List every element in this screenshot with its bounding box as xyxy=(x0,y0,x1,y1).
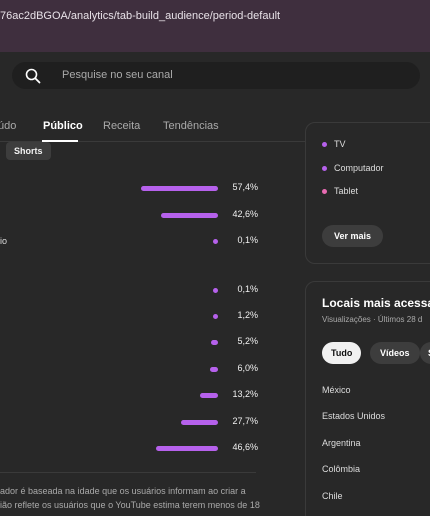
locations-subtitle: Visualizações · Últimos 28 d xyxy=(322,315,423,324)
percentage-bar xyxy=(161,213,218,218)
percentage-row: 42,6% xyxy=(0,209,290,223)
see-more-button[interactable]: Ver mais xyxy=(322,225,384,247)
legend-tv: TV xyxy=(322,139,346,149)
note-line-2: ião reflete os usuários que o YouTube es… xyxy=(0,500,260,510)
location-row: Argentina xyxy=(322,438,361,448)
tab-receita[interactable]: Receita xyxy=(103,120,140,132)
location-row: Colômbia xyxy=(322,464,361,474)
audience-panel: Shorts 57,4% 42,6% io 0,1% 0,1% 1,2% 5,2% 6,0% 1… xyxy=(0,142,290,516)
dot-icon xyxy=(322,142,327,148)
percentage-row: 46,6% xyxy=(0,442,290,456)
locations-title: Locais mais acessad xyxy=(322,296,430,310)
percentage-bar xyxy=(213,314,218,319)
location-row: Estados Unidos xyxy=(322,411,386,421)
percentage-row: 0,1% xyxy=(0,284,290,298)
percentage-value: 1,2% xyxy=(237,310,258,320)
percentage-bar xyxy=(213,239,218,244)
percentage-bar xyxy=(141,186,218,191)
percentage-row: io 0,1% xyxy=(0,235,290,249)
percentage-value: 27,7% xyxy=(232,416,258,426)
percentage-row: 27,7% xyxy=(0,416,290,430)
browser-url-bar[interactable]: 76ac2dBGOA/analytics/tab-build_audience/… xyxy=(0,0,430,52)
percentage-value: 0,1% xyxy=(237,235,258,245)
filter-shorts[interactable]: S xyxy=(420,342,430,364)
search-placeholder: Pesquise no seu canal xyxy=(62,69,173,81)
location-row: México xyxy=(322,385,351,395)
search-input[interactable]: Pesquise no seu canal xyxy=(12,62,420,89)
tab-tendencias[interactable]: Tendências xyxy=(163,120,219,132)
legend-label: TV xyxy=(334,139,346,149)
percentage-bar xyxy=(213,288,218,293)
url-text[interactable]: 76ac2dBGOA/analytics/tab-build_audience/… xyxy=(0,10,280,22)
percentage-row: 57,4% xyxy=(0,182,290,196)
percentage-value: 0,1% xyxy=(237,284,258,294)
percentage-value: 46,6% xyxy=(232,442,258,452)
legend-tablet: Tablet xyxy=(322,186,358,196)
tab-publico[interactable]: Público xyxy=(43,120,83,132)
percentage-row: 6,0% xyxy=(0,363,290,377)
percentage-row: 5,2% xyxy=(0,336,290,350)
dot-icon xyxy=(322,166,327,172)
dot-icon xyxy=(322,189,327,195)
legend-computer: Computador xyxy=(322,163,384,173)
locations-card: Locais mais acessad Visualizações · Últi… xyxy=(305,281,430,516)
shorts-chip[interactable]: Shorts xyxy=(6,142,51,160)
note-line-1: ador é baseada na idade que os usuários … xyxy=(0,486,246,496)
search-icon xyxy=(25,68,41,84)
legend-label: Computador xyxy=(334,163,384,173)
filter-all[interactable]: Tudo xyxy=(322,342,362,364)
percentage-value: 5,2% xyxy=(237,336,258,346)
location-row: Chile xyxy=(322,491,343,501)
devices-card: TV Computador Tablet Ver mais xyxy=(305,122,430,264)
top-bar: Pesquise no seu canal xyxy=(0,52,430,98)
percentage-row: 13,2% xyxy=(0,389,290,403)
percentage-bar xyxy=(155,446,218,451)
row-label: io xyxy=(0,236,8,246)
percentage-value: 57,4% xyxy=(232,182,258,192)
percentage-value: 6,0% xyxy=(237,363,258,373)
percentage-bar xyxy=(210,367,218,372)
percentage-bar xyxy=(200,393,218,398)
percentage-row: 1,2% xyxy=(0,310,290,324)
tab-conteudo[interactable]: údo xyxy=(0,120,16,132)
percentage-bar xyxy=(181,420,218,425)
legend-label: Tablet xyxy=(334,186,359,196)
percentage-value: 42,6% xyxy=(232,209,258,219)
percentage-value: 13,2% xyxy=(232,389,258,399)
divider xyxy=(0,472,256,473)
percentage-bar xyxy=(211,340,218,345)
filter-videos[interactable]: Vídeos xyxy=(370,342,420,364)
